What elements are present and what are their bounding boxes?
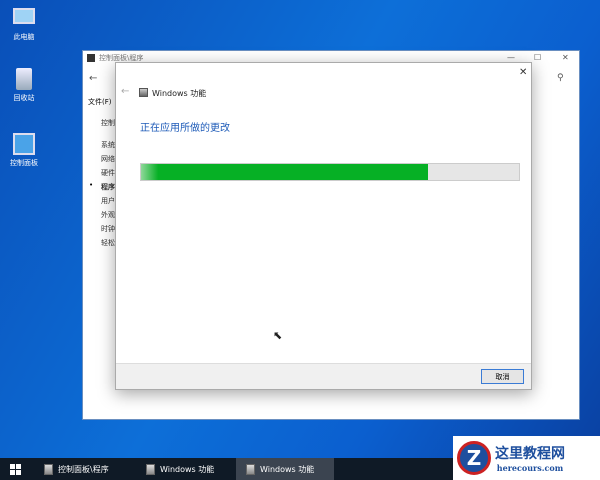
windows-features-icon — [146, 463, 155, 475]
close-button[interactable]: ✕ — [519, 67, 527, 78]
desktop-icon-control-panel[interactable]: 控制面板 — [2, 133, 46, 168]
control-panel-icon — [44, 463, 53, 475]
cancel-button[interactable]: 取消 — [481, 369, 524, 384]
minimize-button[interactable]: — — [507, 53, 515, 62]
watermark-url: herecours.com — [496, 463, 564, 473]
windows-features-dialog: ✕ ← Windows 功能 正在应用所做的更改 ⬉ 取消 — [115, 62, 532, 390]
maximize-button[interactable]: ☐ — [534, 53, 541, 62]
sidebar-item[interactable]: 外观 — [101, 210, 115, 220]
taskbar-item-control-panel[interactable]: 控制面板\程序 — [34, 458, 136, 480]
sidebar-item[interactable]: 用户 — [101, 196, 115, 206]
watermark-title: 这里教程网 — [495, 446, 565, 462]
menu-file[interactable]: 文件(F) — [88, 97, 112, 107]
computer-icon — [13, 8, 35, 24]
window-icon — [87, 54, 95, 62]
dialog-title: Windows 功能 — [152, 89, 207, 98]
watermark-logo-icon: Z — [457, 441, 491, 475]
recycle-bin-icon — [16, 68, 32, 90]
taskbar-item-label: 控制面板\程序 — [58, 464, 109, 474]
back-arrow-icon[interactable]: ← — [121, 86, 129, 97]
back-arrow-icon[interactable]: ← — [89, 73, 97, 84]
sidebar-item[interactable]: 程序 — [101, 182, 115, 192]
status-heading: 正在应用所做的更改 — [140, 123, 230, 134]
sidebar-item[interactable]: 硬件 — [101, 168, 115, 178]
watermark: Z 这里教程网 herecours.com — [453, 436, 600, 480]
desktop-icon-recycle-bin[interactable]: 回收站 — [2, 68, 46, 103]
taskbar-item-label: Windows 功能 — [160, 464, 215, 474]
desktop-icon-label: 控制面板 — [10, 159, 38, 167]
close-button[interactable]: ✕ — [562, 53, 569, 62]
control-panel-icon — [13, 133, 35, 155]
sidebar-item[interactable]: 系统 — [101, 140, 115, 150]
current-bullet-icon: • — [89, 181, 94, 189]
taskbar-item-windows-features[interactable]: Windows 功能 — [136, 458, 236, 480]
progress-bar — [140, 163, 520, 181]
start-button[interactable] — [0, 458, 34, 480]
sidebar-item[interactable]: 控制 — [101, 118, 115, 128]
taskbar-item-label: Windows 功能 — [260, 464, 315, 474]
sidebar-item[interactable]: 时钟 — [101, 224, 115, 234]
windows-features-icon — [246, 463, 255, 475]
desktop-icon-label: 此电脑 — [13, 33, 35, 41]
desktop-icon-this-pc[interactable]: 此电脑 — [2, 8, 46, 42]
windows-logo-icon — [10, 463, 21, 475]
taskbar-item-windows-features-active[interactable]: Windows 功能 — [236, 458, 334, 480]
dialog-footer: 取消 — [116, 363, 531, 389]
sidebar-item[interactable]: 网络 — [101, 154, 115, 164]
sidebar-item[interactable]: 轻松 — [101, 238, 115, 248]
progress-fill — [141, 164, 429, 180]
desktop-icon-label: 回收站 — [13, 94, 35, 102]
search-icon[interactable]: ⚲ — [557, 73, 564, 83]
mouse-cursor-icon: ⬉ — [273, 329, 283, 342]
windows-features-icon — [139, 88, 148, 97]
